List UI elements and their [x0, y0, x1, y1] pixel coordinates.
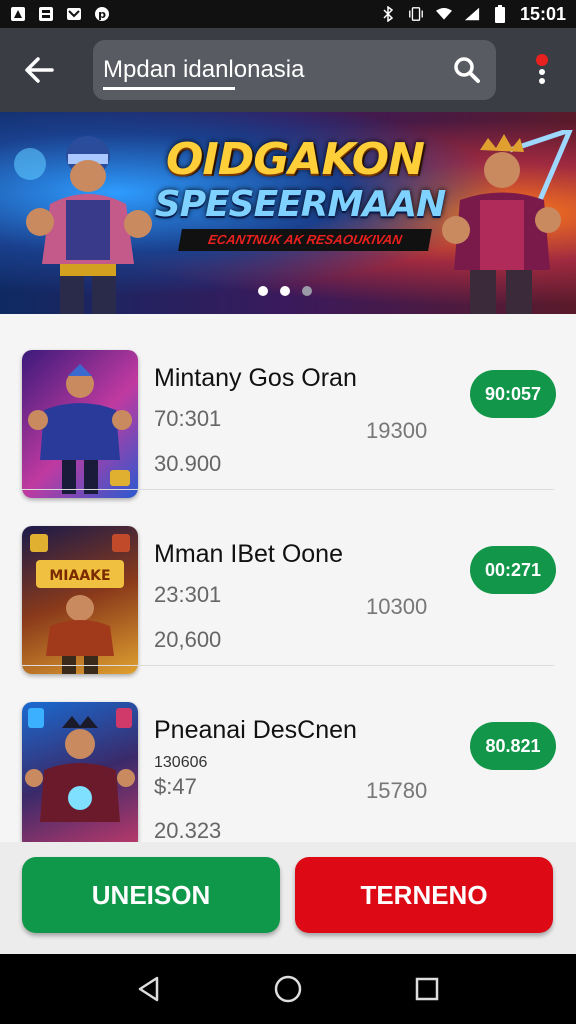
- gallery-icon: [38, 6, 54, 22]
- more-menu-icon: [536, 54, 548, 84]
- item-title: Mman IBet Oone: [154, 540, 343, 568]
- game-list: Mintany Gos Oran 70:301 30.900 19300 90:…: [0, 314, 576, 842]
- item-detail: 130606: [154, 754, 208, 771]
- item-count: 19300: [366, 418, 428, 443]
- carousel-dot[interactable]: [280, 286, 290, 296]
- battery-icon: [492, 5, 508, 23]
- nav-recents-button[interactable]: [402, 964, 452, 1014]
- status-bar: p 15:01: [0, 0, 576, 28]
- nav-home-button[interactable]: [263, 964, 313, 1014]
- secondary-button[interactable]: TERNENO: [295, 857, 553, 933]
- search-input[interactable]: Mpdan idanlonasia: [103, 56, 452, 84]
- notification-icon: [10, 6, 26, 22]
- promo-banner[interactable]: OIDGAKON SPESEERMAAN ECANTNUK AK RESAOUK…: [0, 112, 576, 314]
- item-count: 15780: [366, 778, 428, 803]
- item-price: 23:301: [154, 582, 222, 607]
- item-title: Pneanai DesCnen: [154, 716, 357, 744]
- banner-tagline: ECANTNUK AK RESAOUKIVAN: [178, 229, 432, 251]
- item-price: 70:301: [154, 406, 222, 431]
- item-count: 10300: [366, 594, 428, 619]
- game-thumbnail[interactable]: MIAAKE: [22, 526, 138, 674]
- back-triangle-icon: [139, 976, 159, 1002]
- item-subvalue: 30.900: [154, 451, 222, 476]
- pinterest-icon: p: [94, 6, 110, 22]
- item-title: Mintany Gos Oran: [154, 364, 357, 392]
- bluetooth-icon: [380, 6, 396, 22]
- system-nav-bar: [0, 954, 576, 1024]
- clock: 15:01: [519, 3, 566, 24]
- game-thumbnail[interactable]: [22, 702, 138, 842]
- text-cursor-underline: [103, 87, 235, 90]
- carousel-indicator[interactable]: [258, 286, 312, 296]
- item-price: $:47: [154, 774, 197, 799]
- carousel-dot[interactable]: [258, 286, 268, 296]
- app-bar: Mpdan idanlonasia: [0, 28, 576, 112]
- back-button[interactable]: [9, 40, 69, 100]
- banner-subtitle: SPESEERMAAN: [154, 184, 446, 225]
- more-menu-button[interactable]: [522, 50, 562, 90]
- wifi-icon: [435, 6, 452, 22]
- search-bar[interactable]: Mpdan idanlonasia: [93, 40, 496, 100]
- game-art: MIAAKE: [30, 534, 130, 674]
- banner-title: OIDGAKON: [166, 134, 425, 185]
- primary-button[interactable]: UNEISON: [22, 857, 280, 933]
- list-item[interactable]: Pneanai DesCnen 130606 $:47 20.323 15780…: [0, 666, 576, 842]
- nav-back-button[interactable]: [124, 964, 174, 1014]
- list-item[interactable]: MIAAKE Mman IBet Oone 23:301 20,600 1030…: [0, 490, 576, 674]
- vibrate-icon: [408, 6, 424, 22]
- search-icon[interactable]: [452, 55, 482, 85]
- item-action-button[interactable]: 00:271: [470, 546, 556, 594]
- mail-icon: [66, 6, 82, 22]
- item-subvalue: 20,600: [154, 627, 222, 652]
- carousel-dot[interactable]: [302, 286, 312, 296]
- game-art: [28, 364, 132, 494]
- home-circle-icon: [274, 975, 302, 1003]
- back-arrow-icon: [25, 57, 54, 83]
- game-thumbnail[interactable]: [22, 350, 138, 498]
- action-bar: UNEISON TERNENO: [0, 842, 576, 954]
- item-action-button[interactable]: 90:057: [470, 370, 556, 418]
- recents-square-icon: [415, 977, 438, 1001]
- svg-text:p: p: [98, 8, 106, 21]
- svg-text:MIAAKE: MIAAKE: [49, 568, 110, 584]
- item-action-button[interactable]: 80.821: [470, 722, 556, 770]
- game-art: [25, 708, 135, 822]
- hero-left-illustration: [14, 136, 152, 314]
- item-subvalue: 20.323: [154, 818, 222, 842]
- list-item[interactable]: Mintany Gos Oran 70:301 30.900 19300 90:…: [0, 314, 576, 498]
- signal-icon: [464, 6, 480, 22]
